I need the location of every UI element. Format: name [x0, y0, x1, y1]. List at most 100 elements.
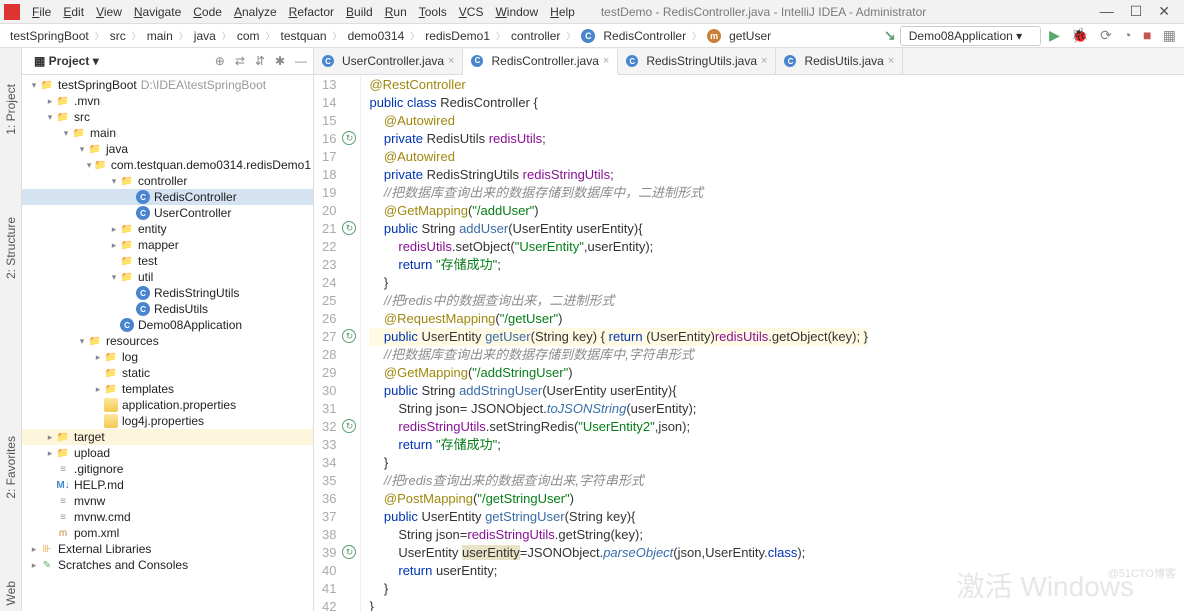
code-line[interactable]: @Autowired — [369, 148, 868, 166]
tree-controller[interactable]: ▾📁controller — [22, 173, 313, 189]
tree-com-testquan-demo0314-redisdemo1[interactable]: ▾📁com.testquan.demo0314.redisDemo1 — [22, 157, 313, 173]
tree-external-libraries[interactable]: ▸⊪External Libraries — [22, 541, 313, 557]
code-line[interactable]: private RedisUtils redisUtils; — [369, 130, 868, 148]
close-tab-icon[interactable]: × — [761, 55, 767, 67]
profile-icon[interactable]: ◔ — [1119, 27, 1135, 43]
tree-mvnw-cmd[interactable]: ≡mvnw.cmd — [22, 509, 313, 525]
code-line[interactable]: public class RedisController { — [369, 94, 868, 112]
menu-view[interactable]: View — [90, 3, 128, 21]
layout-icon[interactable]: ▦ — [1159, 27, 1180, 43]
tool-favorites[interactable]: 2: Favorites — [4, 430, 18, 505]
stop-icon[interactable]: ■ — [1139, 27, 1155, 43]
code-line[interactable]: //把redis中的数据查询出来，二进制形式 — [369, 292, 868, 310]
code-line[interactable]: @GetMapping("/addStringUser") — [369, 364, 868, 382]
maximize-icon[interactable]: ☐ — [1130, 3, 1143, 20]
code-line[interactable]: } — [369, 598, 868, 611]
tree-upload[interactable]: ▸📁upload — [22, 445, 313, 461]
tree-testspringboot[interactable]: ▾📁testSpringBootD:\IDEA\testSpringBoot — [22, 77, 313, 93]
tree-templates[interactable]: ▸📁templates — [22, 381, 313, 397]
code-line[interactable]: redisStringUtils.setStringRedis("UserEnt… — [369, 418, 868, 436]
expand-icon[interactable]: ⇄ — [235, 54, 245, 68]
code-editor[interactable]: 13141516↻1718192021↻222324252627↻2829303… — [314, 75, 1184, 611]
close-icon[interactable]: ✕ — [1158, 3, 1170, 20]
tree-log[interactable]: ▸📁log — [22, 349, 313, 365]
code-line[interactable]: return userEntity; — [369, 562, 868, 580]
tree--mvn[interactable]: ▸📁.mvn — [22, 93, 313, 109]
code-line[interactable]: //把数据库查询出来的数据存储到数据库中,字符串形式 — [369, 346, 868, 364]
locate-icon[interactable]: ⊕ — [215, 54, 225, 68]
project-view-label[interactable]: ▦ Project ▾ — [28, 52, 105, 70]
menu-edit[interactable]: Edit — [57, 3, 90, 21]
code-line[interactable]: public String addStringUser(UserEntity u… — [369, 382, 868, 400]
tree-target[interactable]: ▸📁target — [22, 429, 313, 445]
tree-test[interactable]: 📁test — [22, 253, 313, 269]
tree-util[interactable]: ▾📁util — [22, 269, 313, 285]
gutter-run-icon[interactable]: ↻ — [342, 419, 356, 433]
tab-usercontroller-java[interactable]: CUserController.java× — [314, 48, 463, 74]
crumb-rediscontroller[interactable]: CRedisController — [575, 27, 692, 45]
project-tree[interactable]: ▾📁testSpringBootD:\IDEA\testSpringBoot▸📁… — [22, 75, 313, 611]
crumb-testquan[interactable]: testquan — [275, 27, 333, 45]
code-line[interactable]: } — [369, 580, 868, 598]
hide-icon[interactable]: — — [295, 54, 307, 68]
tree-pom-xml[interactable]: mpom.xml — [22, 525, 313, 541]
code-line[interactable]: return "存储成功"; — [369, 256, 868, 274]
tree-java[interactable]: ▾📁java — [22, 141, 313, 157]
tab-rediscontroller-java[interactable]: CRedisController.java× — [463, 49, 618, 75]
tree-main[interactable]: ▾📁main — [22, 125, 313, 141]
menu-tools[interactable]: Tools — [413, 3, 453, 21]
menu-navigate[interactable]: Navigate — [128, 3, 187, 21]
debug-icon[interactable]: 🐞 — [1067, 27, 1092, 43]
tree-redisutils[interactable]: CRedisUtils — [22, 301, 313, 317]
code-line[interactable]: @RestController — [369, 76, 868, 94]
code-line[interactable]: @GetMapping("/addUser") — [369, 202, 868, 220]
minimize-icon[interactable]: — — [1100, 3, 1114, 20]
crumb-redisdemo1[interactable]: redisDemo1 — [419, 27, 496, 45]
crumb-getuser[interactable]: mgetUser — [701, 27, 777, 45]
crumb-java[interactable]: java — [188, 27, 222, 45]
crumb-demo0314[interactable]: demo0314 — [342, 27, 411, 45]
code-line[interactable]: @Autowired — [369, 112, 868, 130]
code-line[interactable]: public UserEntity getUser(String key) { … — [369, 328, 868, 346]
tree-src[interactable]: ▾📁src — [22, 109, 313, 125]
collapse-icon[interactable]: ⇵ — [255, 54, 265, 68]
code-line[interactable]: public UserEntity getStringUser(String k… — [369, 508, 868, 526]
tree-demo08application[interactable]: CDemo08Application — [22, 317, 313, 333]
tree--gitignore[interactable]: ≡.gitignore — [22, 461, 313, 477]
tool-web[interactable]: Web — [4, 575, 18, 611]
crumb-src[interactable]: src — [104, 27, 132, 45]
tree-static[interactable]: 📁static — [22, 365, 313, 381]
run-icon[interactable]: ▶ — [1045, 27, 1064, 43]
menu-file[interactable]: File — [26, 3, 57, 21]
gutter-run-icon[interactable]: ↻ — [342, 221, 356, 235]
gutter-run-icon[interactable]: ↻ — [342, 131, 356, 145]
crumb-com[interactable]: com — [231, 27, 266, 45]
tool-project[interactable]: 1: Project — [4, 78, 18, 141]
tree-mvnw[interactable]: ≡mvnw — [22, 493, 313, 509]
settings-icon[interactable]: ✱ — [275, 54, 285, 68]
menu-refactor[interactable]: Refactor — [283, 3, 340, 21]
code-line[interactable]: //把数据库查询出来的数据存储到数据库中，二进制形式 — [369, 184, 868, 202]
tree-help-md[interactable]: M↓HELP.md — [22, 477, 313, 493]
code-line[interactable]: String json= JSONObject.toJSONString(use… — [369, 400, 868, 418]
build-icon[interactable]: ↘ — [884, 27, 896, 44]
code-line[interactable]: public String addUser(UserEntity userEnt… — [369, 220, 868, 238]
menu-code[interactable]: Code — [187, 3, 228, 21]
menu-window[interactable]: Window — [489, 3, 544, 21]
code-line[interactable]: UserEntity userEntity=JSONObject.parseOb… — [369, 544, 868, 562]
close-tab-icon[interactable]: × — [888, 55, 894, 67]
crumb-main[interactable]: main — [141, 27, 179, 45]
code-line[interactable]: } — [369, 274, 868, 292]
gutter-run-icon[interactable]: ↻ — [342, 329, 356, 343]
menu-build[interactable]: Build — [340, 3, 379, 21]
run-config-select[interactable]: Demo08Application ▾ — [900, 26, 1041, 46]
gutter-run-icon[interactable]: ↻ — [342, 545, 356, 559]
tool-structure[interactable]: 2: Structure — [4, 211, 18, 285]
code-line[interactable]: private RedisStringUtils redisStringUtil… — [369, 166, 868, 184]
tree-resources[interactable]: ▾📁resources — [22, 333, 313, 349]
code-line[interactable]: } — [369, 454, 868, 472]
tree-mapper[interactable]: ▸📁mapper — [22, 237, 313, 253]
tree-application-properties[interactable]: application.properties — [22, 397, 313, 413]
code-line[interactable]: return "存储成功"; — [369, 436, 868, 454]
menu-vcs[interactable]: VCS — [453, 3, 490, 21]
